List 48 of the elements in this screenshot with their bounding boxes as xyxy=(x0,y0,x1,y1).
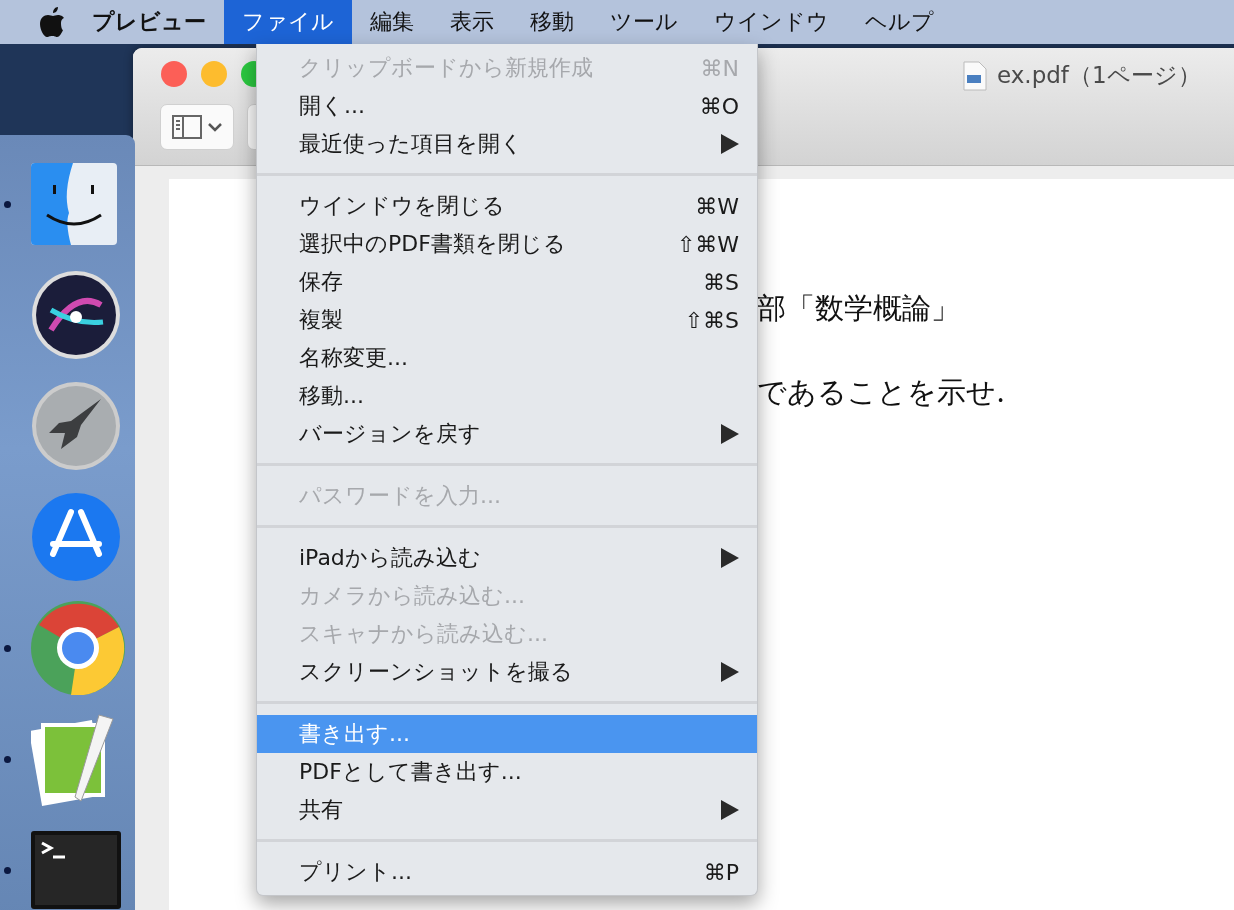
menu-item[interactable]: バージョンを戻す xyxy=(257,415,757,453)
app-store-icon[interactable] xyxy=(31,492,121,582)
sidebar-icon xyxy=(172,115,202,139)
chrome-icon[interactable] xyxy=(31,601,125,695)
keyboard-shortcut: ⌘P xyxy=(703,859,739,885)
app-name-menu[interactable]: プレビュー xyxy=(66,7,224,37)
document-text: であることを示せ. xyxy=(757,374,1007,411)
keyboard-shortcut: ⌘W xyxy=(695,193,739,219)
submenu-arrow-icon xyxy=(721,424,739,444)
submenu-arrow-icon xyxy=(721,548,739,568)
document-icon xyxy=(963,60,987,91)
submenu-arrow-icon xyxy=(721,800,739,820)
keyboard-shortcut: ⇧⌘S xyxy=(684,307,739,333)
menu-item[interactable]: プリント... ⌘P xyxy=(257,853,757,891)
menu-bar-item[interactable]: 移動 xyxy=(512,0,592,44)
menu-bar-item[interactable]: ファイル xyxy=(224,0,352,44)
chevron-down-icon xyxy=(208,122,222,132)
menu-item[interactable]: 保存 ⌘S xyxy=(257,263,757,301)
apple-logo-icon[interactable] xyxy=(40,7,66,37)
menu-item[interactable]: iPadから読み込む xyxy=(257,539,757,577)
menu-bar-item[interactable]: ウインドウ xyxy=(696,0,847,44)
menu-item[interactable]: 開く... ⌘O xyxy=(257,87,757,125)
siri-icon[interactable] xyxy=(31,270,121,360)
menu-bar-item[interactable]: 表示 xyxy=(432,0,512,44)
submenu-arrow-icon xyxy=(721,134,739,154)
menu-bar-item[interactable]: ツール xyxy=(592,0,696,44)
menu-bar-item[interactable]: ヘルプ xyxy=(847,0,952,44)
menu-item[interactable]: 選択中のPDF書類を閉じる ⇧⌘W xyxy=(257,225,757,263)
menu-bar-item[interactable]: 編集 xyxy=(352,0,432,44)
menu-item[interactable]: 名称変更... xyxy=(257,339,757,377)
finder-icon[interactable] xyxy=(31,163,117,245)
document-text: 部「数学概論」 xyxy=(757,290,961,327)
menu-item[interactable]: 最近使った項目を開く xyxy=(257,125,757,163)
keyboard-shortcut: ⇧⌘W xyxy=(676,231,739,257)
window-title: ex.pdf（1ページ） xyxy=(997,61,1201,90)
menu-item[interactable]: 複製 ⇧⌘S xyxy=(257,301,757,339)
close-button[interactable] xyxy=(161,61,187,87)
keyboard-shortcut: ⌘S xyxy=(703,269,739,295)
menu-item[interactable]: 移動... xyxy=(257,377,757,415)
menu-item[interactable]: ウインドウを閉じる ⌘W xyxy=(257,187,757,225)
menu-item[interactable]: PDFとして書き出す... xyxy=(257,753,757,791)
menu-item[interactable]: 共有 xyxy=(257,791,757,829)
keyboard-shortcut: ⌘N xyxy=(700,55,739,81)
menu-item[interactable]: スクリーンショットを撮る xyxy=(257,653,757,691)
submenu-arrow-icon xyxy=(721,662,739,682)
rocket-icon[interactable] xyxy=(31,381,121,471)
keyboard-shortcut: ⌘O xyxy=(699,93,739,119)
sidebar-toggle-button[interactable] xyxy=(160,104,234,150)
